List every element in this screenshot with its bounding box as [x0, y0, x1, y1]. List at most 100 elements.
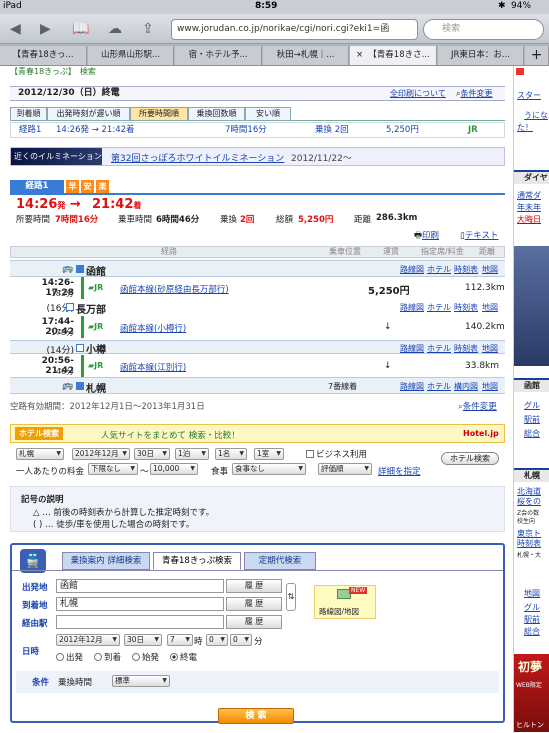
segment-line-link[interactable]: 函館本線(小樽行): [120, 322, 186, 334]
radio-departure[interactable]: 出発: [56, 651, 83, 663]
hotel-link[interactable]: ホテル: [427, 343, 451, 354]
segment-line-link[interactable]: 函館本線(砂原経由長万部行): [120, 283, 229, 295]
from-input[interactable]: 函館: [56, 579, 224, 593]
minute-ones-select[interactable]: 0: [230, 634, 252, 646]
timetable-link[interactable]: 時刻表: [454, 264, 478, 275]
browser-tab-active[interactable]: × 【青春18きさ...: [350, 46, 437, 65]
price-max-select[interactable]: 10,000: [150, 463, 198, 475]
sidebar-link[interactable]: 大晦日: [517, 214, 541, 225]
hotel-rooms-select[interactable]: 1室: [254, 448, 284, 460]
sidebar-ad-image[interactable]: [514, 246, 549, 366]
bookmarks-icon[interactable]: 📖: [72, 19, 89, 39]
radio-arrival[interactable]: 到着: [94, 651, 121, 663]
radio-last-train[interactable]: 終電: [170, 651, 197, 663]
forward-icon[interactable]: ▶: [40, 19, 51, 39]
sidebar-link[interactable]: 駅前: [524, 614, 540, 625]
from-history-button[interactable]: 履 歴: [226, 579, 282, 593]
sort-tab-late-departure[interactable]: 出発時刻が遅い順: [47, 107, 130, 121]
text-link[interactable]: ▯テキスト: [460, 229, 498, 241]
segment-line-link[interactable]: 函館本線(江別行): [120, 361, 186, 373]
hotel-link[interactable]: ホテル: [427, 381, 451, 392]
hotel-area-select[interactable]: 札幌: [16, 448, 64, 460]
browser-search-field[interactable]: 検索: [423, 19, 544, 40]
map-link[interactable]: 地図: [482, 381, 498, 392]
form-tab-detail[interactable]: 乗換案内 詳細検索: [62, 552, 150, 570]
form-tab-commuter[interactable]: 定期代検索: [244, 552, 316, 570]
sidebar-link[interactable]: 駅前: [524, 414, 540, 425]
print-link[interactable]: 🖶印刷: [414, 229, 439, 244]
sidebar-link[interactable]: グル: [524, 400, 540, 411]
form-tab-seishun18[interactable]: 青春18きっぷ検索: [153, 552, 241, 570]
banner-title-link[interactable]: 第32回さっぽろホワイトイルミネーション: [111, 151, 284, 164]
minute-tens-select[interactable]: 0: [206, 634, 228, 646]
hotel-people-select[interactable]: 1名: [215, 448, 247, 460]
sidebar-link[interactable]: 総合: [524, 428, 540, 439]
hotel-nights-select[interactable]: 1泊: [175, 448, 209, 460]
hotel-month-select[interactable]: 2012年12月: [72, 448, 130, 460]
sidebar-link[interactable]: 年末年: [517, 202, 541, 213]
business-checkbox[interactable]: ビジネス利用: [306, 448, 367, 460]
browser-tab[interactable]: JR東日本：お...: [438, 46, 524, 65]
to-input[interactable]: 札幌: [56, 597, 224, 611]
timetable-link[interactable]: 時刻表: [454, 302, 478, 313]
back-icon[interactable]: ◀: [10, 19, 21, 39]
sidebar-link[interactable]: うにな: [524, 110, 548, 121]
radio-first-train[interactable]: 始発: [132, 651, 159, 663]
route-map-link[interactable]: 路線図: [400, 302, 424, 313]
browser-tab[interactable]: 秋田→札幌｜...: [263, 46, 349, 65]
search-button[interactable]: 検 索: [218, 708, 294, 724]
condition-change-link[interactable]: ⌕条件変更: [456, 87, 492, 100]
address-bar[interactable]: www.jorudan.co.jp/norikae/cgi/nori.cgi?e…: [171, 19, 418, 40]
map-link[interactable]: 地図: [482, 302, 498, 313]
print-all-link[interactable]: 全印刷について: [390, 87, 446, 100]
detail-link[interactable]: 詳細を指定: [378, 465, 421, 477]
sidebar-ad-hilton[interactable]: 初夢 WEB限定 ヒルトン: [514, 654, 549, 732]
map-link[interactable]: 地図: [482, 343, 498, 354]
month-select[interactable]: 2012年12月: [56, 634, 120, 646]
via-input[interactable]: [56, 615, 224, 629]
sidebar-link[interactable]: グル: [524, 602, 540, 613]
condition-change-link[interactable]: ⌕条件変更: [458, 400, 497, 412]
hotel-link[interactable]: ホテル: [427, 264, 451, 275]
meal-select[interactable]: 食事なし: [232, 463, 306, 475]
sidebar-link[interactable]: 通常ダ: [517, 190, 541, 201]
sort-tab-transfers[interactable]: 乗換回数順: [188, 107, 245, 121]
new-tab-button[interactable]: +: [525, 46, 549, 65]
illumination-banner[interactable]: 近くのイルミネーション 第32回さっぽろホワイトイルミネーション 2012/11…: [10, 147, 505, 166]
sidebar-link[interactable]: スター: [517, 90, 541, 101]
swap-stations-icon[interactable]: ⇅: [286, 583, 296, 611]
share-icon[interactable]: ⇪: [142, 19, 154, 39]
sort-select[interactable]: 評価順: [318, 463, 372, 475]
icloud-tabs-icon[interactable]: ☁: [108, 19, 122, 39]
price-min-select[interactable]: 下限なし: [88, 463, 138, 475]
sort-tab-cheapest[interactable]: 安い順: [245, 107, 291, 121]
sort-tab-arrival[interactable]: 到着順: [10, 107, 47, 121]
hotel-day-select[interactable]: 30日: [134, 448, 170, 460]
to-history-button[interactable]: 履 歴: [226, 597, 282, 611]
route-map-link[interactable]: 路線図: [400, 343, 424, 354]
sort-tab-duration[interactable]: 所要時間順: [130, 107, 188, 121]
sidebar-link[interactable]: た！: [517, 122, 533, 133]
route-map-button[interactable]: NEW 路線図/地図: [314, 585, 376, 619]
day-select[interactable]: 30日: [124, 634, 162, 646]
timetable-link[interactable]: 時刻表: [454, 343, 478, 354]
sidebar-link[interactable]: 桜をの: [517, 496, 541, 507]
route-map-link[interactable]: 路線図: [400, 264, 424, 275]
sidebar-link[interactable]: 総合: [524, 626, 540, 637]
sidebar-link[interactable]: 時刻表: [517, 538, 541, 549]
route-map-link[interactable]: 路線図: [400, 381, 424, 392]
route-summary-row[interactable]: 経路1 14:26発 → 21:42着 7時間16分 乗換 2回 5,250円 …: [10, 122, 505, 138]
browser-tab[interactable]: 宿・ホテル予...: [175, 46, 262, 65]
route-tab[interactable]: 経路1: [10, 180, 64, 193]
transfer-time-select[interactable]: 標準: [112, 675, 170, 687]
close-tab-icon[interactable]: ×: [356, 46, 363, 65]
hour-select[interactable]: 7: [167, 634, 193, 646]
via-history-button[interactable]: 履 歴: [226, 615, 282, 629]
hotel-search-button[interactable]: ホテル検索: [441, 452, 499, 465]
browser-tab[interactable]: 【青春18きっ...: [0, 46, 87, 65]
hotel-link[interactable]: ホテル: [427, 302, 451, 313]
station-map-link[interactable]: 構内図: [454, 381, 478, 392]
sidebar-link[interactable]: 地図: [524, 588, 540, 599]
browser-tab[interactable]: 山形県山形駅...: [88, 46, 174, 65]
map-link[interactable]: 地図: [482, 264, 498, 275]
